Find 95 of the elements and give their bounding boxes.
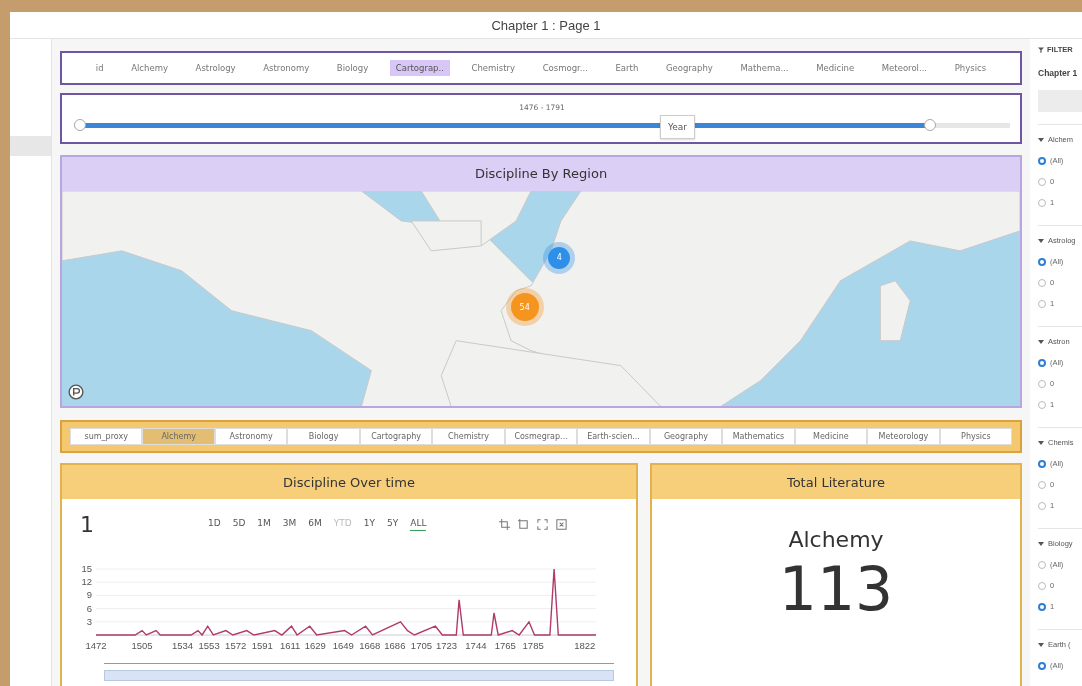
radio-button[interactable]: [1038, 177, 1046, 186]
tab[interactable]: Earth-scien...: [577, 427, 650, 445]
tab[interactable]: Chemistry: [432, 427, 505, 445]
caret-icon[interactable]: [1038, 642, 1044, 647]
axis-tick-label: 1553: [198, 640, 220, 651]
close-box-icon[interactable]: [555, 517, 569, 531]
range-button[interactable]: ALL: [410, 517, 427, 531]
tab[interactable]: Astronomy: [214, 427, 288, 445]
radio-button[interactable]: [1038, 299, 1046, 308]
axis-tick-label: 1822: [574, 640, 596, 651]
tab[interactable]: Cartograp..: [389, 60, 450, 77]
tab[interactable]: Meteorology: [867, 427, 940, 445]
tab[interactable]: Earth: [609, 60, 645, 77]
axis-tick-label: 1591: [251, 640, 273, 651]
range-button[interactable]: 1Y: [363, 517, 375, 531]
tab[interactable]: Physics: [948, 60, 993, 77]
caret-icon[interactable]: [1038, 339, 1044, 344]
tab[interactable]: Astrology: [189, 60, 242, 77]
caret-icon[interactable]: [1038, 541, 1044, 546]
range-button[interactable]: 5Y: [387, 517, 399, 531]
axis-tick-label: 1686: [384, 640, 406, 651]
tab[interactable]: Chemistry: [465, 60, 521, 77]
axis-tick-label: 1785: [522, 640, 544, 651]
axis-tick-label: 1629: [304, 640, 326, 651]
tab[interactable]: Biology: [287, 427, 360, 445]
caret-icon[interactable]: [1038, 238, 1044, 243]
window-title: Chapter 1 : Page 1: [491, 17, 601, 33]
radio-button[interactable]: [1038, 400, 1046, 409]
radio-button[interactable]: [1038, 358, 1046, 367]
radio-button[interactable]: [1038, 156, 1046, 165]
axis-tick-label: 9: [86, 589, 92, 601]
axis-tick-label: 1744: [465, 640, 487, 651]
tab[interactable]: Biology: [330, 60, 375, 77]
tab[interactable]: Geography: [659, 60, 719, 77]
radio-button[interactable]: [1038, 459, 1046, 468]
range-button[interactable]: 5D: [232, 517, 246, 531]
radio-button[interactable]: [1038, 581, 1046, 590]
axis-tick-label: 1649: [332, 640, 354, 651]
radio-button[interactable]: [1038, 480, 1046, 489]
slider-thumb[interactable]: [924, 119, 937, 132]
tab[interactable]: Cosmogr...: [536, 60, 594, 77]
tab[interactable]: Cosmegrap...: [504, 427, 578, 445]
tooltip: Year: [660, 115, 696, 140]
axis-tick-label: 6: [86, 602, 92, 614]
radio-button[interactable]: [1038, 602, 1046, 611]
range-button[interactable]: 1M: [257, 517, 271, 531]
axis-tick-label: 1505: [131, 640, 153, 651]
filter-icon: [1038, 46, 1044, 53]
radio-button[interactable]: [1038, 661, 1046, 670]
value-label: 1: [80, 511, 95, 537]
tab[interactable]: Mathema...: [734, 60, 795, 77]
range-button[interactable]: 6M: [308, 517, 322, 531]
axis-tick-label: 1765: [494, 640, 516, 651]
tab[interactable]: sum_proxy: [70, 427, 143, 445]
logo-icon: [68, 384, 84, 401]
tab[interactable]: Medicine: [794, 427, 868, 445]
radio-button[interactable]: [1038, 501, 1046, 510]
axis-tick-label: 1705: [410, 640, 432, 651]
radio-button[interactable]: [1038, 198, 1046, 207]
radio-button[interactable]: [1038, 379, 1046, 388]
tab[interactable]: Mathematics: [722, 427, 795, 445]
tab[interactable]: Meteorol...: [875, 60, 934, 77]
axis-tick-label: 1472: [85, 640, 107, 651]
card-title: Discipline Over time: [283, 474, 415, 490]
total-value: 113: [778, 556, 894, 622]
axis-tick-label: 1572: [225, 640, 247, 651]
axis-tick-label: 15: [81, 563, 92, 574]
expand-icon[interactable]: [536, 517, 550, 531]
axis-tick-label: 1611: [279, 640, 301, 651]
axis-tick-label: 12: [81, 576, 92, 588]
card-title: Total Literature: [786, 474, 886, 490]
radio-button[interactable]: [1038, 257, 1046, 266]
axis-tick-label: 1723: [436, 640, 458, 651]
range-button[interactable]: 1D: [208, 517, 221, 531]
tab[interactable]: id: [89, 60, 110, 77]
range-button[interactable]: 3M: [282, 517, 297, 531]
crop-icon[interactable]: [498, 517, 512, 531]
slider-thumb[interactable]: [74, 119, 86, 132]
measure-label: Alchemy: [788, 527, 884, 552]
radio-button[interactable]: [1038, 278, 1046, 287]
tab[interactable]: Cartography: [359, 427, 433, 445]
tab[interactable]: Geography: [649, 427, 723, 445]
axis-tick-label: 3: [86, 615, 92, 627]
caret-icon[interactable]: [1038, 137, 1044, 142]
tab[interactable]: Medicine: [810, 60, 861, 77]
tab[interactable]: Astronomy: [257, 60, 316, 77]
card-title: Discipline By Region: [474, 166, 608, 182]
tab[interactable]: Physics: [939, 427, 1013, 445]
tab[interactable]: Alchemy: [142, 427, 215, 445]
axis-tick-label: 1668: [359, 640, 381, 651]
axis-tick-label: 1534: [172, 640, 194, 651]
caret-icon[interactable]: [1038, 440, 1044, 445]
radio-button[interactable]: [1038, 560, 1046, 569]
filter-label: Chapter 1: [1038, 68, 1079, 78]
tab[interactable]: Alchemy: [125, 60, 174, 77]
